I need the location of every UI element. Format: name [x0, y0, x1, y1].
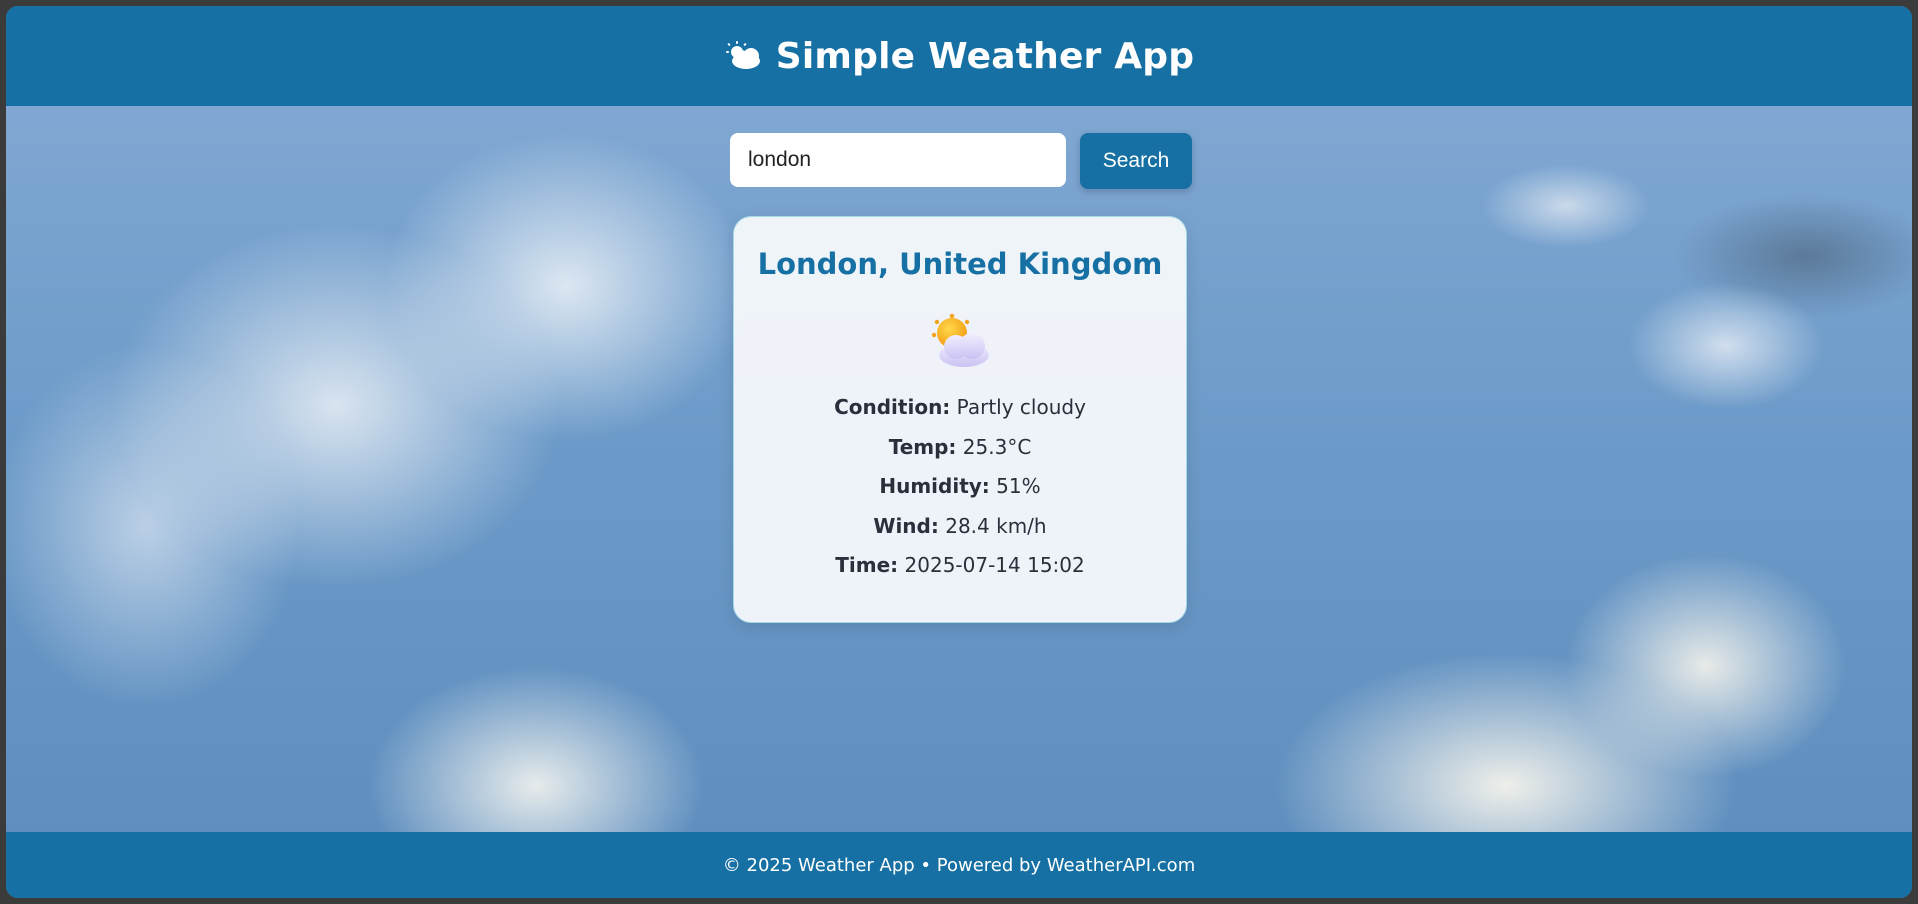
sun-behind-cloud-icon [725, 41, 760, 69]
partly-cloudy-icon [931, 313, 989, 367]
app-title-text: Simple Weather App [775, 35, 1195, 77]
app-window: Simple Weather App Search London, United… [6, 6, 1912, 898]
time-row: Time: 2025-07-14 15:02 [734, 553, 1186, 593]
condition-value: Partly cloudy [956, 395, 1086, 419]
humidity-value: 51% [996, 474, 1041, 498]
temperature-label: Temp: [888, 434, 957, 459]
temperature-row: Temp: 25.3°C [734, 435, 1186, 475]
city-search-input[interactable] [730, 133, 1066, 187]
humidity-row: Humidity: 51% [734, 474, 1186, 514]
weather-details: Condition: Partly cloudy Temp: 25.3°C Hu… [734, 395, 1186, 593]
wind-label: Wind: [873, 513, 939, 538]
app-title: Simple Weather App [724, 36, 1195, 77]
app-footer: © 2025 Weather App • Powered by WeatherA… [6, 832, 1912, 898]
search-button[interactable]: Search [1080, 133, 1192, 189]
weather-card: London, United Kingdom Condition: Partly… [733, 216, 1187, 623]
time-value: 2025-07-14 15:02 [904, 553, 1085, 577]
location-title: London, United Kingdom [757, 247, 1163, 281]
humidity-label: Humidity: [879, 474, 990, 498]
time-label: Time: [835, 553, 899, 577]
wind-row: Wind: 28.4 km/h [734, 514, 1186, 554]
app-header: Simple Weather App [6, 6, 1912, 106]
footer-text: © 2025 Weather App • Powered by WeatherA… [722, 854, 1196, 876]
wind-value: 28.4 km/h [945, 513, 1047, 538]
temperature-value: 25.3°C [962, 434, 1032, 459]
condition-row: Condition: Partly cloudy [734, 395, 1186, 435]
condition-label: Condition: [834, 395, 951, 419]
search-bar: Search [730, 133, 1192, 189]
